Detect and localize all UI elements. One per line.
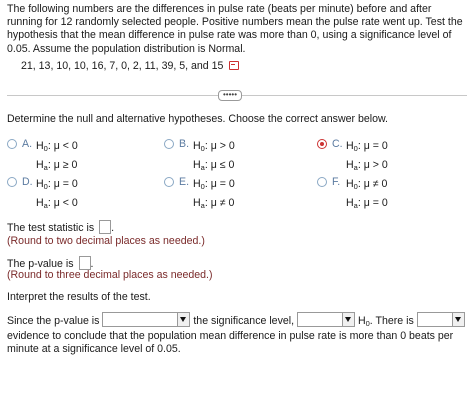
test-statistic-row: The test statistic is . [7, 220, 115, 234]
alt-hypothesis: μ = 0 [363, 197, 388, 209]
radio-option-e[interactable] [164, 177, 174, 187]
alt-hypothesis: μ ≤ 0 [210, 159, 235, 171]
alt-hypothesis: μ < 0 [53, 197, 78, 209]
p-value-row: The p-value is . [7, 256, 94, 270]
null-hypothesis: μ = 0 [363, 140, 388, 152]
alt-hypothesis: μ ≥ 0 [53, 159, 78, 171]
question-prompt: Determine the null and alternative hypot… [7, 113, 389, 125]
chevron-down-icon[interactable] [342, 313, 355, 326]
problem-statement: The following numbers are the difference… [7, 3, 463, 55]
option-letter: E. [179, 176, 190, 188]
null-hypothesis: μ = 0 [53, 178, 78, 190]
data-values-line: 21, 13, 10, 10, 16, 7, 0, 2, 11, 39, 5, … [21, 60, 240, 72]
hypotheses-e: H0: μ = 0 Ha: μ ≠ 0 [193, 178, 235, 210]
alt-hypothesis: μ ≠ 0 [210, 197, 235, 209]
conclusion-text-3: . There is [369, 315, 414, 327]
option-letter: D. [22, 176, 33, 188]
hypotheses-b: H0: μ > 0 Ha: μ ≤ 0 [193, 140, 235, 172]
radio-option-b[interactable] [164, 139, 174, 149]
conclusion-paragraph: Since the p-value is the significance le… [7, 312, 469, 357]
test-statistic-input[interactable] [99, 220, 112, 234]
evidence-level-dropdown[interactable] [416, 312, 465, 327]
data-values: 21, 13, 10, 10, 16, 7, 0, 2, 11, 39, 5, … [21, 60, 224, 72]
radio-option-d[interactable] [7, 177, 17, 187]
test-statistic-note: (Round to two decimal places as needed.) [7, 235, 205, 247]
reject-decision-dropdown[interactable] [297, 312, 356, 327]
null-hypothesis: μ ≠ 0 [363, 178, 388, 190]
chevron-down-icon[interactable] [451, 313, 464, 326]
option-letter: A. [22, 138, 33, 150]
hypotheses-f: H0: μ ≠ 0 Ha: μ = 0 [346, 178, 388, 210]
copy-data-icon[interactable] [229, 61, 240, 70]
radio-option-c[interactable] [317, 139, 327, 149]
conclusion-text-2: the significance level, [193, 315, 295, 327]
hypotheses-a: H0: μ < 0 Ha: μ ≥ 0 [36, 140, 78, 172]
conclusion-text-1: Since the p-value is [7, 315, 100, 327]
conclusion-text-4: evidence to conclude that the population… [7, 330, 454, 356]
pvalue-comparison-dropdown[interactable] [102, 312, 191, 327]
hypotheses-d: H0: μ = 0 Ha: μ < 0 [36, 178, 78, 210]
radio-option-a[interactable] [7, 139, 17, 149]
chevron-down-icon[interactable] [177, 313, 190, 326]
interpret-label: Interpret the results of the test. [7, 291, 151, 303]
alt-hypothesis: μ > 0 [363, 159, 388, 171]
p-value-note: (Round to three decimal places as needed… [7, 269, 213, 281]
option-letter: B. [179, 138, 190, 150]
radio-option-f[interactable] [317, 177, 327, 187]
null-hypothesis: μ > 0 [210, 140, 235, 152]
null-hypothesis: μ < 0 [53, 140, 78, 152]
hypotheses-c: H0: μ = 0 Ha: μ > 0 [346, 140, 388, 172]
test-statistic-label: The test statistic is [7, 222, 95, 234]
option-letter: F. [332, 176, 341, 188]
expand-more-button[interactable]: ••••• [218, 90, 242, 101]
option-letter: C. [332, 138, 343, 150]
p-value-input[interactable] [78, 256, 91, 270]
null-hypothesis: μ = 0 [210, 178, 235, 190]
